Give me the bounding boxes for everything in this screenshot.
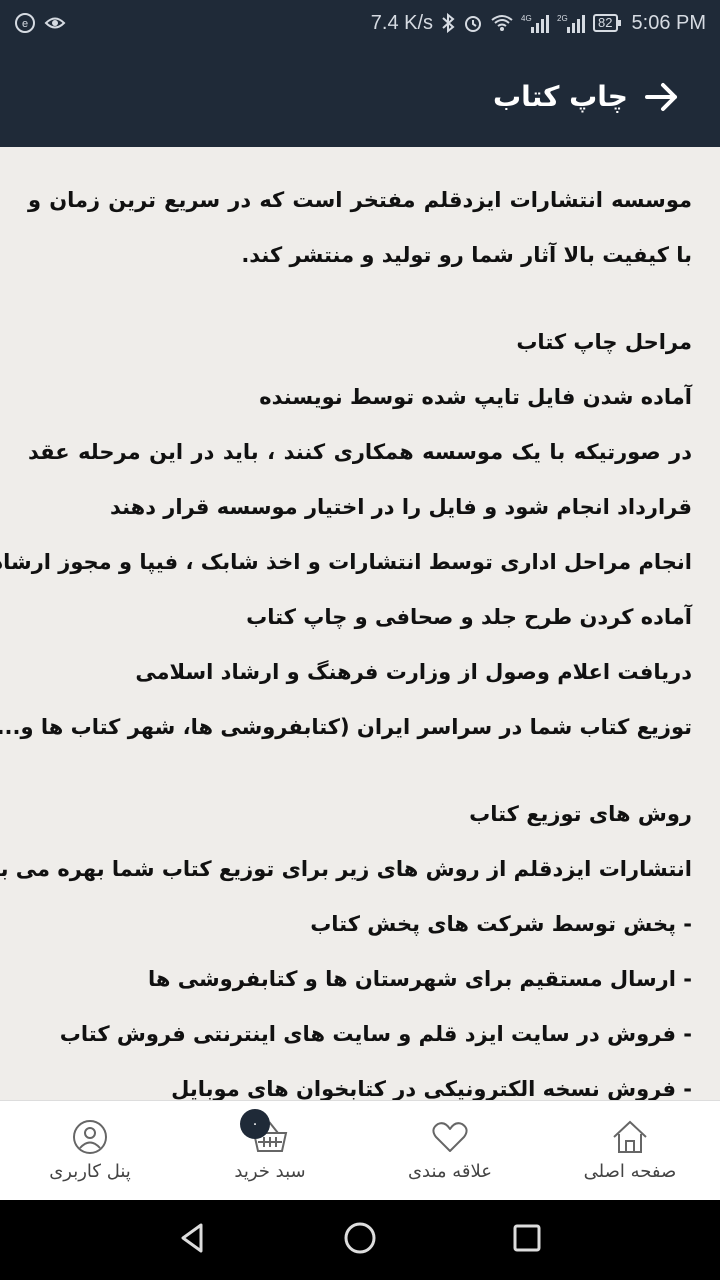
heart-icon: [432, 1122, 468, 1152]
nav-favorites-label: علاقه مندی: [407, 1161, 493, 1182]
system-back-icon[interactable]: [175, 1220, 211, 1260]
home-icon: [613, 1120, 647, 1153]
nav-cart-label: سبد خرید: [234, 1161, 306, 1182]
notification-eye-icon: [44, 12, 66, 34]
bottom-navigation: پنل کاربری ۰ سبد خرید علاقه مندی صفحه اص…: [0, 1100, 720, 1200]
notification-e-icon: e: [14, 12, 36, 34]
step-line: آماده شدن فایل تایپ شده توسط نویسنده: [259, 385, 692, 409]
step-line: دریافت اعلام وصول از وزارت فرهنگ و ارشاد…: [135, 660, 692, 684]
page-title: چاپ کتاب: [493, 80, 628, 113]
intro-paragraph: موسسه انتشارات ایزدقلم مفتخر است که در س…: [28, 188, 692, 267]
nav-home-label: صفحه اصلی: [583, 1161, 677, 1182]
steps-heading: مراحل چاپ کتاب: [516, 330, 692, 354]
app-bar: چاپ کتاب: [0, 46, 720, 147]
cart-count-badge: ۰: [240, 1109, 270, 1139]
distribution-heading: روش های توزیع کتاب: [469, 802, 692, 826]
wifi-icon: [491, 14, 513, 32]
alarm-icon: [463, 13, 483, 33]
distribution-item: - ارسال مستقیم برای شهرستان ها و کتابفرو…: [148, 967, 692, 991]
battery-indicator: 82: [593, 14, 622, 32]
svg-text:e: e: [22, 18, 28, 30]
distribution-item: - پخش توسط شرکت های پخش کتاب: [310, 912, 692, 936]
step-line: در صورتیکه با یک موسسه همکاری کنند ، بای…: [28, 440, 692, 464]
svg-text:4G: 4G: [521, 14, 532, 23]
step-line: آماده کردن طرح جلد و صحافی و چاپ کتاب: [246, 605, 692, 629]
distribution-item: - فروش در سایت ایزد قلم و سایت های اینتر…: [59, 1022, 692, 1046]
nav-cart[interactable]: ۰ سبد خرید: [180, 1101, 360, 1200]
svg-text:2G: 2G: [557, 14, 568, 23]
step-line: قرارداد انجام شود و فایل را در اختیار مو…: [109, 495, 692, 519]
signal-4g-icon: 4G: [521, 13, 550, 33]
distribution-intro: انتشارات ایزدقلم از روش های زیر برای توز…: [0, 857, 692, 881]
clock: 5:06 PM: [631, 11, 706, 34]
network-speed: 7.4 K/s: [370, 11, 434, 34]
status-bar: e 7.4 K/s 4G 2G 82 5:06 PM: [0, 0, 720, 46]
step-line: انجام مراحل اداری توسط انتشارات و اخذ شا…: [0, 550, 692, 574]
article-content: موسسه انتشارات ایزدقلم مفتخر است که در س…: [0, 147, 720, 1100]
nav-profile-label: پنل کاربری: [49, 1161, 131, 1182]
nav-home[interactable]: صفحه اصلی: [540, 1101, 720, 1200]
nav-profile[interactable]: پنل کاربری: [0, 1101, 180, 1200]
system-recents-icon[interactable]: [509, 1220, 545, 1260]
signal-2g-icon: 2G: [557, 13, 586, 33]
system-home-icon[interactable]: [342, 1220, 378, 1260]
bluetooth-icon: [441, 13, 455, 33]
nav-favorites[interactable]: علاقه مندی: [360, 1101, 540, 1200]
step-line: توزیع کتاب شما در سراسر ایران (کتابفروشی…: [0, 715, 692, 739]
distribution-item: - فروش نسخه الکترونیکی در کتابخوان های م…: [171, 1077, 692, 1100]
user-icon: [73, 1120, 107, 1154]
arrow-right-icon[interactable]: [642, 77, 682, 117]
system-navigation-bar: [0, 1200, 720, 1280]
